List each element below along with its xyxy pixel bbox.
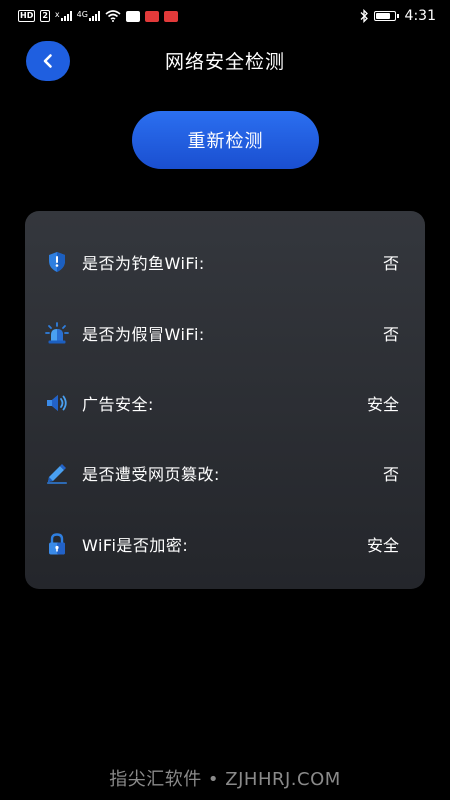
result-label: 广告安全: [82,395,154,414]
sim-badge: 2 [40,10,50,22]
page-title: 网络安全检测 [164,51,285,73]
result-row-fake: 是否为假冒WiFi: 否 [25,313,425,353]
lock-icon [45,532,69,556]
shield-icon [45,250,69,274]
battery-icon [373,11,399,21]
result-label: 是否为假冒WiFi: [82,325,205,344]
app-notification-icon [125,10,140,22]
bluetooth-icon [360,9,368,23]
signal-icon-2: 4G [77,11,100,21]
result-card: 是否为钓鱼WiFi: 否 是否为假冒WiFi: 否 广告安全: 安全 是否遭受网… [25,211,425,589]
network-type-2: 4G [76,10,88,19]
wifi-icon [105,10,121,22]
app-notification-icon-2 [144,10,159,22]
watermark-text: 指尖汇软件 • ZJHHRJ.COM [109,769,341,790]
result-row-tamper: 是否遭受网页篡改: 否 [25,453,425,493]
battery-fill [375,13,390,19]
result-row-ad: 广告安全: 安全 [25,383,425,423]
app-notification-icon-3 [163,10,178,22]
result-label: WiFi是否加密: [82,536,189,555]
result-row-phishing: 是否为钓鱼WiFi: 否 [25,242,425,282]
result-value: 否 [382,465,399,484]
pencil-icon [45,461,69,485]
alarm-light-icon [45,321,69,345]
status-right: 4:31 [359,8,436,24]
status-left: HD 2 x 4G [18,10,178,22]
hd-badge: HD [18,10,36,22]
speaker-icon [45,391,69,415]
result-value: 安全 [366,395,399,414]
result-value: 否 [382,254,399,273]
result-value: 否 [382,325,399,344]
status-time: 4:31 [404,8,436,24]
result-row-encryption: WiFi是否加密: 安全 [25,524,425,564]
signal-icon: x [55,11,72,21]
status-bar: HD 2 x 4G 4:31 [0,0,450,32]
network-type-1: x [54,10,60,19]
recheck-button[interactable]: 重新检测 [132,111,319,169]
result-label: 是否遭受网页篡改: [82,465,220,484]
result-label: 是否为钓鱼WiFi: [82,254,205,273]
result-value: 安全 [366,536,399,555]
